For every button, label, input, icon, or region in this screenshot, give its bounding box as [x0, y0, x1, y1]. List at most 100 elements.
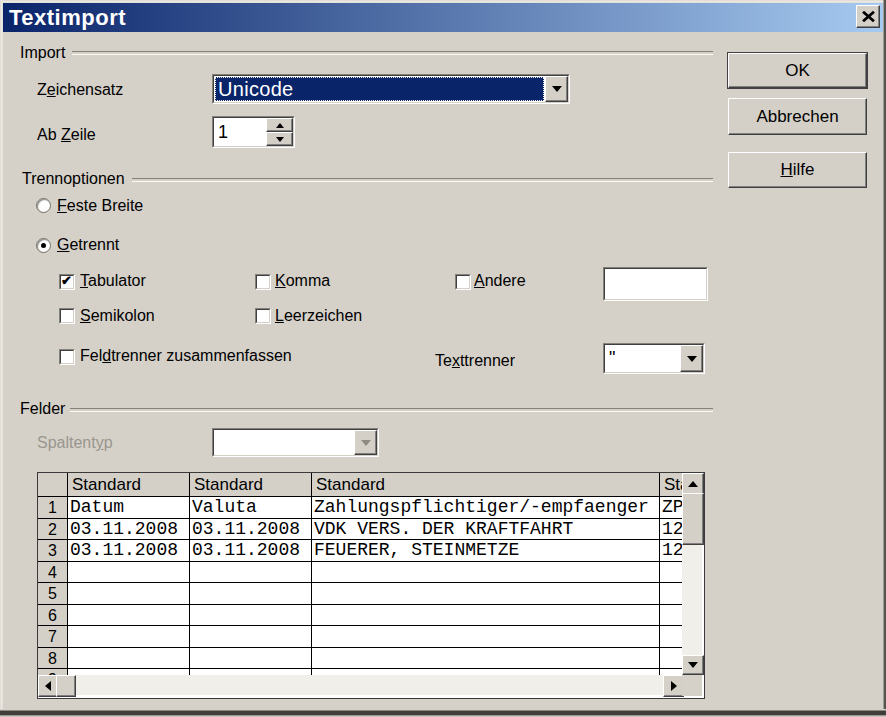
table-row: 4 [38, 562, 702, 584]
separated-radio[interactable] [36, 238, 51, 253]
text-delimiter-combobox[interactable]: " [603, 343, 705, 374]
column-type-value [214, 430, 354, 455]
table-cell[interactable]: FEUERER, STEINMETZE [312, 540, 660, 561]
import-group-line [72, 51, 713, 55]
spin-up-button[interactable] [266, 118, 293, 132]
from-row-value: 1 [214, 118, 264, 146]
row-number: 3 [38, 540, 68, 561]
text-delimiter-dropdown-button[interactable] [680, 345, 703, 372]
charset-label: Zeichensatz [37, 81, 123, 98]
table-cell[interactable] [190, 626, 312, 647]
merge-delimiters-checkbox[interactable] [59, 349, 75, 365]
other-separator-input[interactable] [603, 267, 708, 301]
space-checkbox[interactable] [255, 308, 271, 324]
table-cell[interactable] [68, 648, 190, 669]
table-cell[interactable] [312, 626, 660, 647]
column-type-label: Spaltentyp [37, 434, 113, 451]
window-frame-bottom [0, 709, 886, 717]
charset-value: Unicode [215, 77, 544, 101]
fields-group-label: Felder [20, 400, 65, 417]
table-cell[interactable] [312, 605, 660, 626]
close-button[interactable] [856, 5, 880, 28]
window-title: Textimport [3, 5, 126, 31]
charset-dropdown-button[interactable] [545, 76, 568, 102]
other-label: Andere [474, 272, 526, 289]
table-cell[interactable] [312, 562, 660, 583]
vertical-scrollbar[interactable] [682, 473, 702, 675]
table-row: 7 [38, 626, 702, 648]
from-row-spinner[interactable]: 1 [212, 116, 295, 148]
cancel-button[interactable]: Abbrechen [728, 98, 867, 135]
table-cell[interactable] [68, 626, 190, 647]
table-cell[interactable] [68, 605, 190, 626]
row-number: 1 [38, 497, 68, 518]
table-cell[interactable]: 03.11.2008 [190, 540, 312, 561]
table-row: 303.11.200803.11.2008FEUERER, STEINMETZE… [38, 540, 702, 562]
table-cell[interactable]: Valuta [190, 497, 312, 518]
help-button[interactable]: Hilfe [728, 152, 867, 188]
ok-button[interactable]: OK [728, 53, 867, 88]
from-row-label: Ab Zeile [37, 126, 96, 143]
other-separator-value [605, 269, 706, 299]
scroll-up-button[interactable] [682, 473, 704, 495]
textimport-dialog: Textimport Import Zeichensatz Unicode Ab… [0, 0, 886, 717]
charset-combobox[interactable]: Unicode [212, 74, 570, 104]
vertical-scrollbar-thumb[interactable] [682, 493, 704, 545]
horizontal-scrollbar-thumb[interactable] [56, 675, 76, 697]
preview-header-row: StandardStandardStandardStandard [38, 473, 702, 497]
scroll-right-icon [671, 681, 677, 691]
horizontal-scrollbar[interactable] [38, 675, 682, 695]
table-cell[interactable] [190, 605, 312, 626]
fixed-width-label: Feste Breite [57, 197, 143, 214]
spin-down-button[interactable] [266, 132, 293, 146]
spin-down-icon [276, 137, 284, 142]
table-cell[interactable] [190, 583, 312, 604]
options-group-label: Trennoptionen [22, 170, 125, 187]
scroll-right-button[interactable] [663, 675, 684, 697]
chevron-down-icon [552, 86, 562, 92]
table-row: 6 [38, 605, 702, 627]
table-cell[interactable]: Zahlungspflichtiger/-empfaenger [312, 497, 660, 518]
column-header[interactable]: Standard [312, 473, 660, 496]
semicolon-label: Semikolon [80, 307, 155, 324]
table-cell[interactable] [68, 583, 190, 604]
scroll-down-button[interactable] [682, 655, 704, 675]
row-number: 7 [38, 626, 68, 647]
text-delimiter-label: Texttrenner [435, 352, 515, 369]
scroll-up-icon [688, 481, 698, 487]
table-cell[interactable] [190, 648, 312, 669]
fixed-width-radio[interactable] [36, 198, 51, 213]
chevron-down-icon [687, 356, 697, 362]
space-label: Leerzeichen [275, 307, 362, 324]
row-number: 8 [38, 648, 68, 669]
table-cell[interactable]: Datum [68, 497, 190, 518]
column-header[interactable]: Standard [68, 473, 190, 496]
table-cell[interactable] [190, 562, 312, 583]
comma-checkbox[interactable] [255, 274, 271, 290]
table-cell[interactable]: 03.11.2008 [190, 519, 312, 540]
tab-checkbox[interactable] [59, 274, 75, 290]
semicolon-checkbox[interactable] [59, 308, 75, 324]
merge-delimiters-label: Feldtrenner zusammenfassen [80, 347, 292, 364]
table-cell[interactable]: 03.11.2008 [68, 519, 190, 540]
table-cell[interactable]: 03.11.2008 [68, 540, 190, 561]
table-cell[interactable] [312, 648, 660, 669]
column-header[interactable]: Standard [190, 473, 312, 496]
table-row: 1DatumValutaZahlungspflichtiger/-empfaen… [38, 497, 702, 519]
comma-label: Komma [275, 272, 330, 289]
other-checkbox[interactable] [455, 274, 471, 290]
import-group-label: Import [20, 44, 65, 61]
title-bar: Textimport [3, 3, 883, 32]
close-icon [861, 10, 876, 23]
scroll-left-icon [45, 681, 51, 691]
table-cell[interactable] [312, 583, 660, 604]
text-delimiter-value: " [605, 345, 680, 372]
scroll-left-button[interactable] [38, 675, 58, 697]
spin-up-icon [276, 123, 284, 128]
scrollbar-corner [682, 675, 702, 696]
column-type-combobox [212, 428, 379, 457]
row-number: 6 [38, 605, 68, 626]
row-number: 4 [38, 562, 68, 583]
table-cell[interactable] [68, 562, 190, 583]
table-cell[interactable]: VDK VERS. DER KRAFTFAHRT [312, 519, 660, 540]
